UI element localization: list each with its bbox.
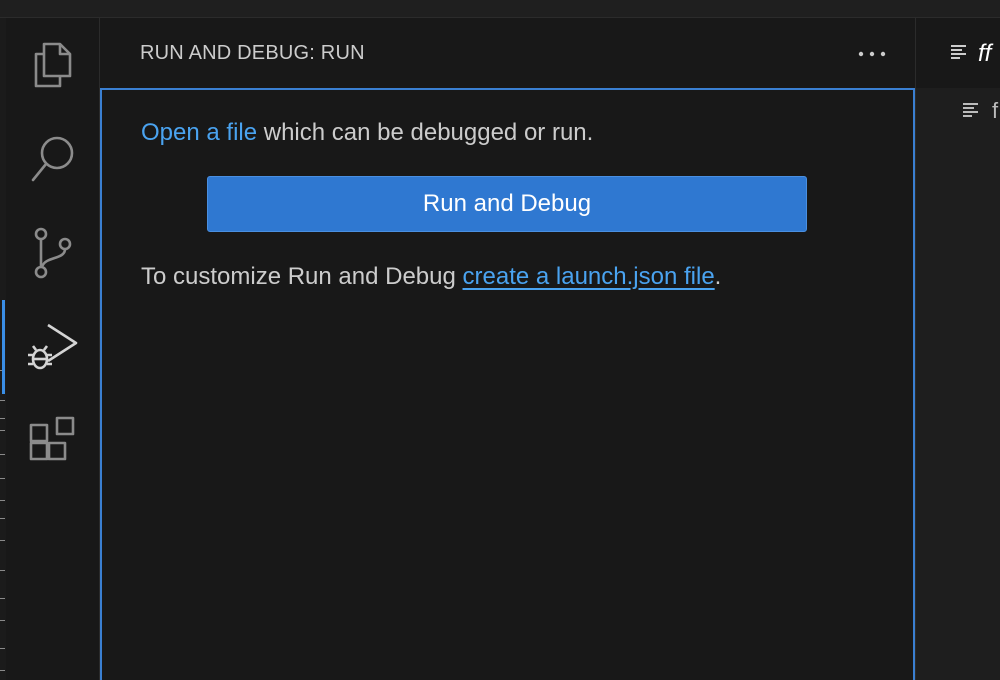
editor-area: ff f — [916, 18, 1000, 680]
customize-message: To customize Run and Debug create a laun… — [141, 263, 721, 291]
source-control-icon — [31, 226, 75, 280]
create-launch-json-link[interactable]: create a launch.json file — [463, 263, 715, 290]
welcome-view-panel: Open a file which can be debugged or run… — [100, 88, 915, 680]
view-header: RUN AND DEBUG: RUN — [100, 18, 915, 88]
customize-message-suffix: . — [714, 263, 722, 290]
outline-lines-icon — [962, 102, 980, 123]
view-title: RUN AND DEBUG: RUN — [140, 42, 365, 64]
customize-message-text: To customize Run and Debug — [141, 263, 463, 290]
run-and-debug-button[interactable]: Run and Debug — [207, 176, 807, 232]
outline-item-label[interactable]: f — [992, 98, 1000, 124]
activity-bar — [2, 18, 100, 680]
activity-run-and-debug[interactable] — [2, 300, 99, 394]
activity-extensions[interactable] — [6, 394, 99, 488]
files-icon — [30, 40, 76, 90]
title-bar-strip — [0, 0, 1000, 18]
open-file-link[interactable]: Open a file — [141, 119, 257, 146]
extensions-icon — [27, 415, 79, 467]
run-and-debug-view: RUN AND DEBUG: RUN Open a file which can… — [100, 18, 916, 680]
ellipsis-icon — [858, 44, 886, 62]
activity-search[interactable] — [6, 112, 99, 206]
editor-tab[interactable]: ff — [916, 18, 1000, 88]
more-actions-button[interactable] — [854, 38, 890, 68]
open-file-message: Open a file which can be debugged or run… — [141, 119, 593, 147]
vscode-window: RUN AND DEBUG: RUN Open a file which can… — [0, 0, 1000, 680]
editor-tab-label: ff — [978, 40, 992, 67]
run-debug-icon — [26, 319, 80, 375]
activity-source-control[interactable] — [6, 206, 99, 300]
lines-icon — [950, 44, 968, 65]
search-icon — [28, 133, 78, 185]
activity-explorer[interactable] — [6, 18, 99, 112]
open-file-message-text: which can be debugged or run. — [257, 119, 594, 146]
